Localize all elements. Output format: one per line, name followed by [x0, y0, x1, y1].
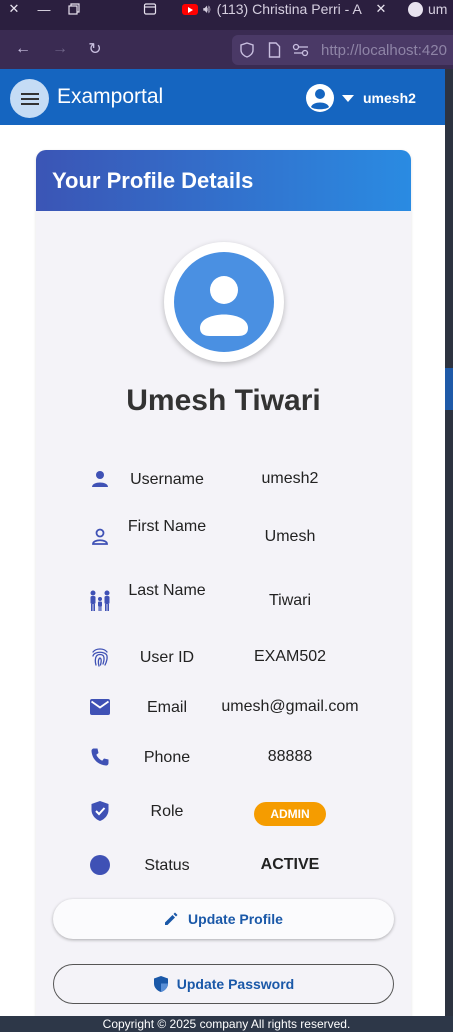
avatar-person-icon	[174, 252, 274, 352]
dropdown-arrow-icon	[342, 95, 354, 102]
field-label: User ID	[139, 649, 195, 666]
field-row-status: Status ACTIVE	[36, 840, 411, 890]
field-row-email: Email umesh@gmail.com	[36, 682, 411, 732]
window-restore-icon[interactable]	[63, 0, 85, 18]
github-icon	[408, 1, 423, 17]
card-header: Your Profile Details	[36, 150, 411, 211]
field-value: 88888	[267, 748, 313, 765]
tab-overview-icon[interactable]	[139, 0, 161, 18]
person-icon	[88, 467, 112, 491]
avatar	[164, 242, 284, 362]
update-password-label: Update Password	[176, 976, 295, 992]
circle-icon	[88, 853, 112, 877]
field-value: EXAM502	[253, 648, 327, 665]
header-username: umesh2	[363, 90, 416, 106]
profile-card: Your Profile Details Umesh Tiwari Userna…	[36, 150, 411, 1030]
tab-github[interactable]: um	[408, 0, 453, 18]
reload-icon[interactable]: ↻	[84, 38, 106, 60]
field-label: Username	[130, 471, 204, 488]
scrollbar-thumb[interactable]	[445, 368, 453, 410]
app-brand[interactable]: Examportal	[57, 85, 163, 109]
update-profile-label: Update Profile	[188, 911, 283, 927]
tab-right-label: um	[428, 1, 448, 17]
email-icon	[88, 695, 112, 719]
menu-button[interactable]	[10, 79, 49, 118]
field-value: umesh@gmail.com	[221, 698, 359, 715]
forward-arrow-icon[interactable]: →	[49, 38, 71, 60]
field-label: Role	[150, 803, 184, 820]
role-badge-wrap: ADMIN	[210, 802, 370, 826]
url-bar[interactable]: http://localhost:420	[232, 35, 453, 65]
profile-full-name: Umesh Tiwari	[126, 384, 321, 417]
field-value: umesh2	[261, 470, 319, 487]
account-circle-icon	[306, 84, 334, 112]
page-footer: Copyright © 2025 company All rights rese…	[0, 1016, 453, 1032]
status-value: ACTIVE	[260, 856, 320, 873]
field-row-last-name: Last Name Tiwari	[36, 576, 411, 626]
page-icon[interactable]	[268, 42, 281, 63]
pencil-icon	[165, 912, 178, 925]
field-row-phone: Phone 88888	[36, 732, 411, 782]
field-label: Email	[146, 699, 187, 716]
field-value: Tiwari	[268, 592, 312, 609]
window-minimize-icon[interactable]: —	[33, 0, 55, 18]
update-password-button[interactable]: Update Password	[53, 964, 394, 1004]
shield-outline-icon[interactable]	[240, 42, 254, 63]
phone-icon	[88, 745, 112, 769]
tab-music[interactable]: 🔊︎ (113) Christina Perri - A	[182, 0, 372, 18]
role-badge: ADMIN	[254, 802, 326, 826]
security-shield-icon	[153, 976, 168, 992]
field-label: Phone	[143, 749, 191, 766]
user-menu[interactable]: umesh2	[305, 83, 416, 113]
person-outline-icon	[88, 525, 112, 549]
tab-title: (113) Christina Perri - A	[216, 1, 362, 17]
browser-nav-bar: ← → ↻ http://localhost:420	[0, 30, 453, 69]
field-row-user-id: User ID EXAM502	[36, 632, 411, 682]
field-row-first-name: First Name Umesh	[36, 512, 411, 562]
side-strip	[445, 69, 453, 1016]
app-header: Examportal umesh2	[0, 69, 445, 125]
field-label: Last Name	[128, 582, 206, 599]
field-row-role: Role ADMIN	[36, 786, 411, 836]
back-arrow-icon[interactable]: ←	[12, 38, 34, 60]
field-label: First Name	[127, 518, 207, 535]
browser-tab-bar: ✕ — 🔊︎ (113) Christina Perri - A ✕ um	[0, 0, 453, 30]
field-value: Umesh	[264, 528, 316, 545]
permissions-icon[interactable]	[292, 43, 310, 62]
tab-close-icon[interactable]: ✕	[370, 0, 392, 18]
family-icon	[88, 589, 112, 613]
field-row-username: Username umesh2	[36, 454, 411, 504]
fingerprint-icon	[88, 645, 112, 669]
url-text[interactable]: http://localhost:420	[321, 42, 447, 59]
youtube-icon	[182, 3, 198, 15]
card-title: Your Profile Details	[52, 168, 254, 193]
shield-check-icon	[88, 799, 112, 823]
field-label: Status	[144, 857, 190, 874]
window-close-icon[interactable]: ✕	[3, 0, 25, 18]
update-profile-button[interactable]: Update Profile	[53, 899, 394, 939]
speaker-icon[interactable]: 🔊︎	[203, 2, 211, 17]
hamburger-icon	[20, 92, 39, 105]
